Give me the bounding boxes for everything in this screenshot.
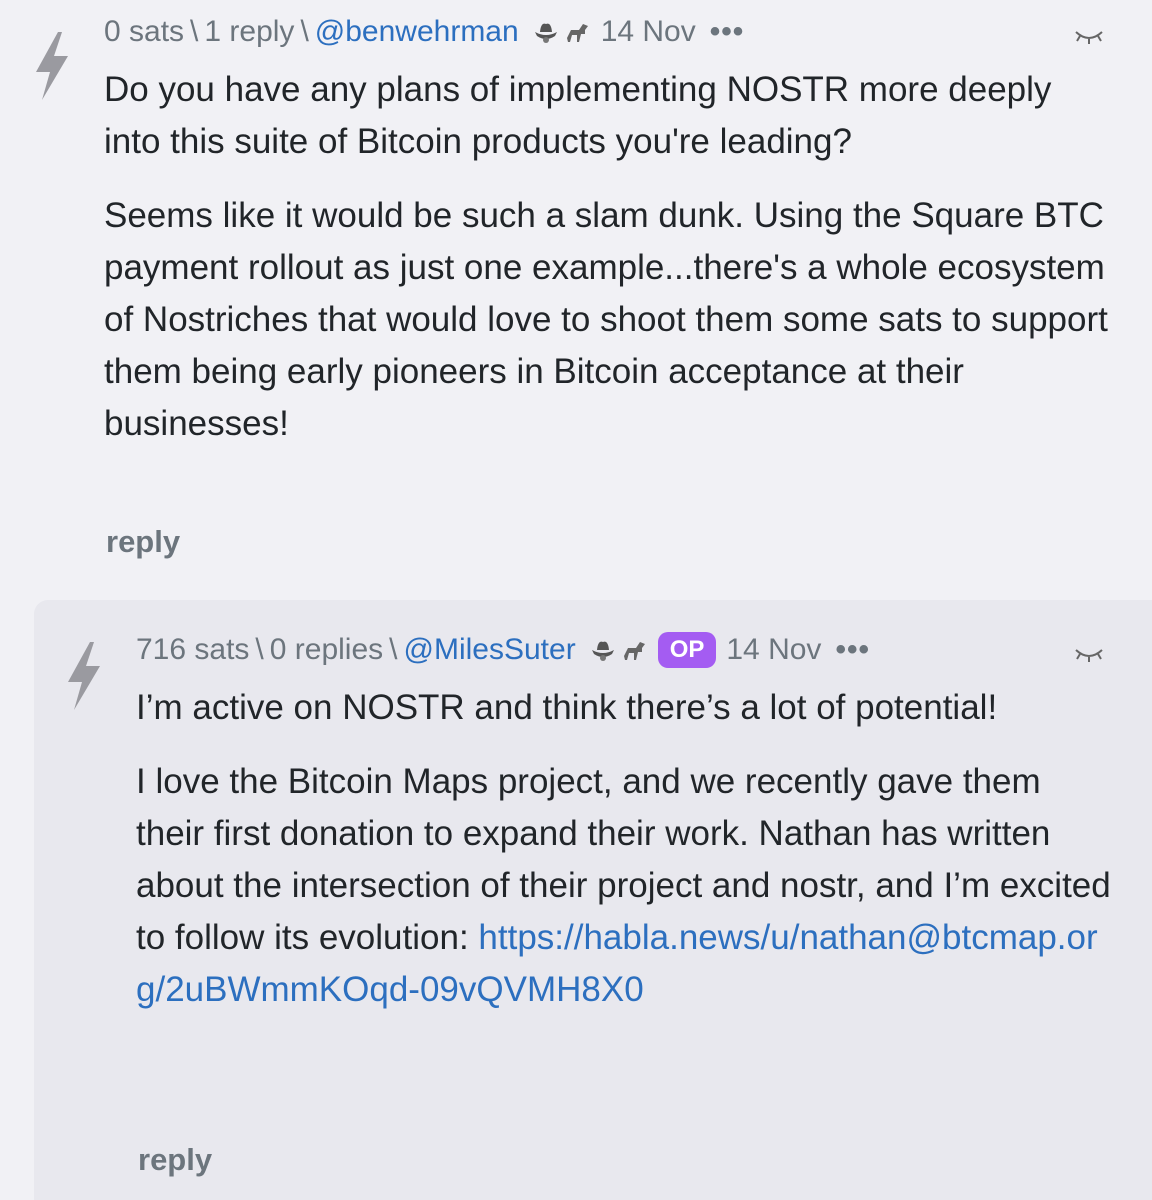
sats-count[interactable]: 716 sats: [136, 633, 249, 667]
reply-button[interactable]: reply: [138, 1142, 212, 1178]
meta-separator: \: [255, 633, 264, 666]
comment-date[interactable]: 14 Nov: [601, 15, 696, 49]
eye-closed-icon[interactable]: [1074, 644, 1104, 664]
reply-count[interactable]: 1 reply: [204, 15, 294, 49]
badges: [531, 18, 591, 46]
comment-meta: 716 sats \ 0 replies \ @MilesSuter OP 14…: [136, 630, 870, 670]
comment-body: I’m active on NOSTR and think there’s a …: [136, 682, 1116, 1016]
horse-icon: [566, 24, 588, 42]
meta-separator: \: [300, 15, 309, 48]
comment-date[interactable]: 14 Nov: [726, 633, 821, 667]
horse-icon: [623, 642, 645, 660]
reply-button[interactable]: reply: [106, 524, 180, 560]
comment-paragraph: I’m active on NOSTR and think there’s a …: [136, 688, 998, 727]
lightning-bolt-icon[interactable]: [28, 30, 74, 102]
cowboy-hat-icon: [591, 641, 614, 661]
author-link[interactable]: @benwehrman: [315, 15, 519, 49]
op-badge: OP: [657, 632, 717, 668]
comment-body: Do you have any plans of implementing NO…: [104, 64, 1114, 472]
lightning-bolt-icon[interactable]: [60, 640, 106, 712]
more-options-icon[interactable]: •••: [835, 633, 870, 667]
meta-separator: \: [190, 15, 199, 48]
comment: 0 sats \ 1 reply \ @benwehrman 14 Nov ••…: [0, 0, 1152, 600]
comment-thread: 0 sats \ 1 reply \ @benwehrman 14 Nov ••…: [0, 0, 1152, 1200]
comment-paragraph: Do you have any plans of implementing NO…: [104, 70, 1052, 161]
sats-count[interactable]: 0 sats: [104, 15, 184, 49]
reply-count[interactable]: 0 replies: [270, 633, 383, 667]
author-link[interactable]: @MilesSuter: [404, 633, 576, 667]
eye-closed-icon[interactable]: [1074, 26, 1104, 46]
comment-paragraph: I love the Bitcoin Maps project, and we …: [136, 756, 1116, 1016]
comment-meta: 0 sats \ 1 reply \ @benwehrman 14 Nov ••…: [104, 12, 744, 52]
badges: [588, 636, 648, 664]
comment-paragraph: Seems like it would be such a slam dunk.…: [104, 196, 1108, 443]
cowboy-hat-icon: [534, 23, 557, 43]
meta-separator: \: [389, 633, 398, 666]
more-options-icon[interactable]: •••: [710, 15, 745, 49]
nested-comment: 716 sats \ 0 replies \ @MilesSuter OP 14…: [34, 600, 1152, 1200]
